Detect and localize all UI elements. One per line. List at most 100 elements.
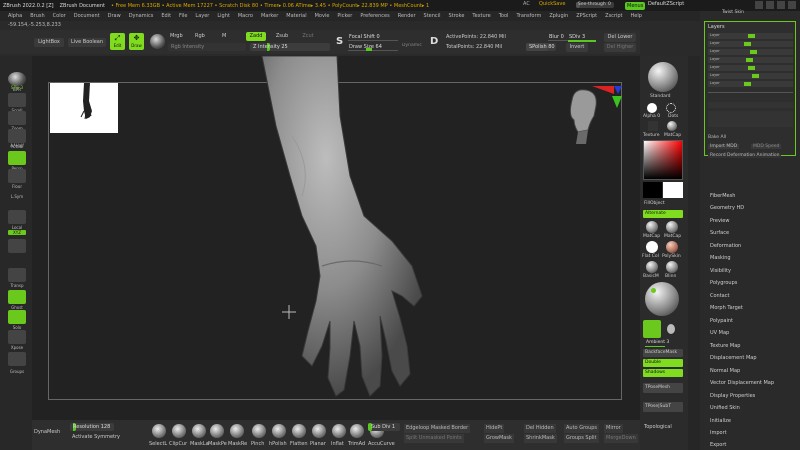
menu-visibility[interactable]: Visibility (710, 268, 731, 274)
record-deformation-button[interactable]: Record Deformation Animation (708, 153, 782, 158)
blinn-icon[interactable] (666, 261, 678, 273)
resolution-slider[interactable]: Resolution 128 (70, 423, 114, 431)
layer-row[interactable]: Layer (708, 81, 793, 87)
liveboolean-button[interactable]: Live Boolean (68, 38, 106, 47)
rgb-button[interactable]: Rgb (195, 33, 205, 39)
navigation-thumbnail[interactable] (50, 83, 118, 133)
main-color-swatch[interactable] (663, 182, 683, 198)
lsym-button[interactable]: L.Sym (8, 194, 26, 199)
rgb-intensity-slider[interactable]: Rgb Intensity (168, 43, 246, 51)
split-unmasked-points-button[interactable]: Split Unmasked Points (404, 434, 464, 443)
zadd-button[interactable]: Zadd (246, 32, 266, 41)
layer-controls-row[interactable] (708, 102, 793, 108)
close-icon[interactable] (788, 1, 796, 9)
menu-export[interactable]: Export (710, 442, 726, 448)
menu-zplugin[interactable]: Zplugin (549, 13, 568, 19)
scale-icon[interactable] (150, 34, 165, 49)
layer-row[interactable]: Layer (708, 73, 793, 79)
menu-vector-displacement-map[interactable]: Vector Displacement Map (710, 380, 774, 386)
draw-button[interactable]: ✥ Draw (129, 33, 144, 50)
menu-displacement-map[interactable]: Displacement Map (710, 355, 757, 361)
menu-deformation[interactable]: Deformation (710, 243, 741, 249)
scroll-button[interactable]: Scroll (8, 93, 26, 113)
activate-symmetry-button[interactable]: Activate Symmetry (72, 434, 120, 440)
mergedown-button[interactable]: MergeDown (604, 434, 638, 443)
layer-actions-row[interactable] (708, 111, 793, 127)
dynamic-button[interactable]: Dynamic (402, 43, 422, 48)
flat-color-icon[interactable] (646, 241, 658, 253)
menu-movie[interactable]: Movie (315, 13, 330, 19)
layer-row[interactable]: Layer (708, 49, 793, 55)
rotate-button[interactable] (8, 239, 26, 254)
menu-zpscript[interactable]: ZPScript (576, 13, 597, 19)
draw-size-slider[interactable]: Draw Size 64 (346, 43, 406, 51)
alpha-icon[interactable] (647, 103, 657, 113)
menu-dynamics[interactable]: Dynamics (129, 13, 154, 19)
menu-draw[interactable]: Draw (108, 13, 121, 19)
auto-groups-button[interactable]: Auto Groups (564, 424, 600, 433)
menu-texture[interactable]: Texture (472, 13, 490, 19)
menu-polypaint[interactable]: Polypaint (710, 318, 733, 324)
texture-icon[interactable] (648, 121, 658, 131)
xyz-button[interactable]: XYZ (8, 230, 26, 235)
menu-help[interactable]: Help (631, 13, 642, 19)
menu-material[interactable]: Material (286, 13, 306, 19)
quicksave-button[interactable]: QuickSave (539, 1, 565, 7)
menu-initialize[interactable]: Initialize (710, 418, 731, 424)
menu-stencil[interactable]: Stencil (424, 13, 441, 19)
mdd-speed-slider[interactable]: MDD Speed (751, 144, 782, 149)
layer-row[interactable]: Layer (708, 65, 793, 71)
menu-morph-target[interactable]: Morph Target (710, 305, 743, 311)
edgeloop-masked-border-button[interactable]: Edgeloop Masked Border (404, 424, 471, 433)
seethrough-slider[interactable]: See-through 0 (576, 2, 614, 8)
transp-button[interactable]: Transp (8, 268, 26, 288)
inflat-brush-icon[interactable] (332, 424, 346, 438)
floor-button[interactable]: Floor (8, 169, 26, 189)
groups-split-button[interactable]: Groups Split (564, 434, 599, 443)
color-picker[interactable] (643, 140, 683, 180)
sdiv-slider[interactable]: SDiv 3 (566, 33, 602, 42)
m-button[interactable]: M (222, 33, 226, 39)
polyf-button[interactable] (8, 352, 26, 367)
spix-slider[interactable]: SPix 3 (8, 85, 26, 90)
menu-preview[interactable]: Preview (710, 218, 729, 224)
spolish-slider[interactable]: SPolish 80 (526, 43, 556, 51)
maskre-brush-icon[interactable] (230, 424, 244, 438)
invert-button[interactable]: Invert (566, 43, 588, 52)
hand-sculpt[interactable] (232, 56, 492, 420)
menu-texture-map[interactable]: Texture Map (710, 343, 740, 349)
dots-stroke-icon[interactable] (666, 103, 676, 113)
menu-display-properties[interactable]: Display Properties (710, 393, 755, 399)
window-icon[interactable] (755, 1, 763, 9)
menu-stroke[interactable]: Stroke (448, 13, 464, 19)
menu-surface[interactable]: Surface (710, 230, 729, 236)
polyskin-icon[interactable] (666, 241, 678, 253)
del-higher-button[interactable]: Del Higher (604, 43, 636, 52)
menu-marker[interactable]: Marker (261, 13, 278, 19)
focal-shift-slider[interactable]: Focal Shift 0 (346, 33, 406, 41)
menu-masking[interactable]: Masking (710, 255, 731, 261)
aahalf-button[interactable]: AAHalf (8, 143, 26, 148)
layer-row[interactable]: Layer (708, 57, 793, 63)
flatten-brush-icon[interactable] (292, 424, 306, 438)
basicm-icon[interactable] (646, 261, 658, 273)
light-bulb-icon[interactable] (643, 320, 661, 338)
double-button[interactable]: Double (643, 359, 683, 367)
menu-edit[interactable]: Edit (161, 13, 171, 19)
hidept-button[interactable]: HidePt (484, 424, 505, 433)
menus-button[interactable]: Menus (625, 1, 646, 10)
menu-document[interactable]: Document (74, 13, 100, 19)
layer-row[interactable]: Layer (708, 41, 793, 47)
menu-geometry-hd[interactable]: Geometry HD (710, 205, 744, 211)
ghost-button[interactable]: Ghost (8, 290, 26, 310)
menu-light[interactable]: Light (217, 13, 229, 19)
zcut-button[interactable]: Zcut (298, 32, 318, 41)
zsub-button[interactable]: Zsub (272, 32, 292, 41)
menu-import[interactable]: Import (710, 430, 727, 436)
pinch-brush-icon[interactable] (252, 424, 266, 438)
menu-color[interactable]: Color (53, 13, 66, 19)
menu-picker[interactable]: Picker (337, 13, 352, 19)
light-bulb-off-icon[interactable] (667, 324, 675, 334)
zoom-button[interactable]: Zoom (8, 111, 26, 131)
secondary-color-swatch[interactable] (643, 182, 662, 198)
